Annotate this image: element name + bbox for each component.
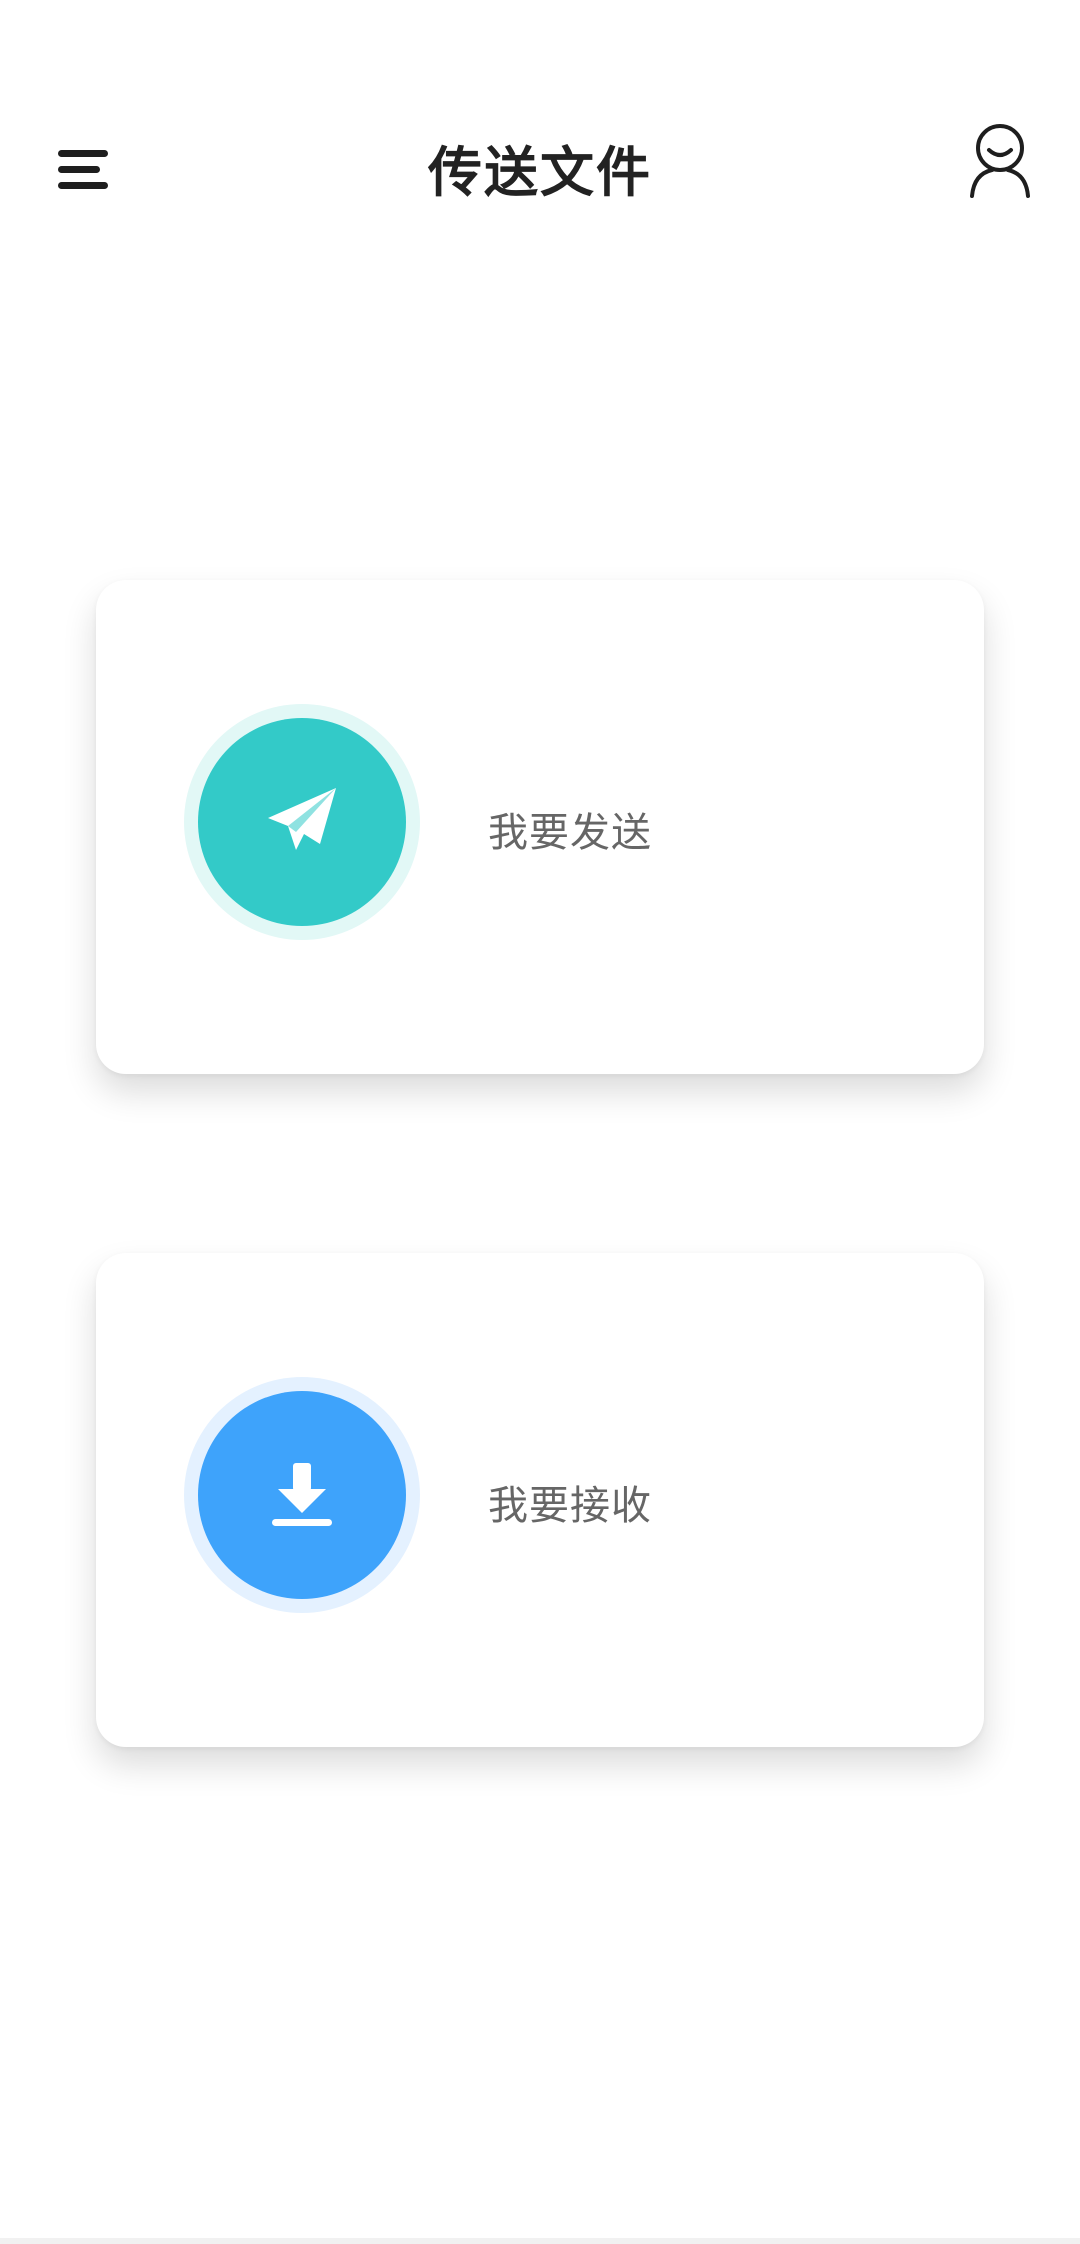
receive-file-card[interactable]: 我要接收 [96, 1253, 984, 1747]
receive-icon-circle [198, 1391, 406, 1599]
send-label: 我要发送 [488, 810, 652, 856]
page-title: 传送文件 [428, 141, 652, 204]
send-icon-halo [184, 704, 420, 940]
bottom-divider [0, 2238, 1080, 2244]
send-icon-circle [198, 718, 406, 926]
top-bar: 传送文件 [0, 100, 1080, 220]
page: 传送文件 我要发送 我要接收 [0, 0, 1080, 2244]
send-file-card[interactable]: 我要发送 [96, 580, 984, 1074]
paper-plane-icon [268, 788, 336, 850]
receive-icon-halo [184, 1377, 420, 1613]
download-icon [272, 1463, 332, 1526]
receive-label: 我要接收 [488, 1483, 652, 1529]
user-profile-button[interactable] [960, 118, 1040, 202]
user-icon [970, 124, 1030, 198]
